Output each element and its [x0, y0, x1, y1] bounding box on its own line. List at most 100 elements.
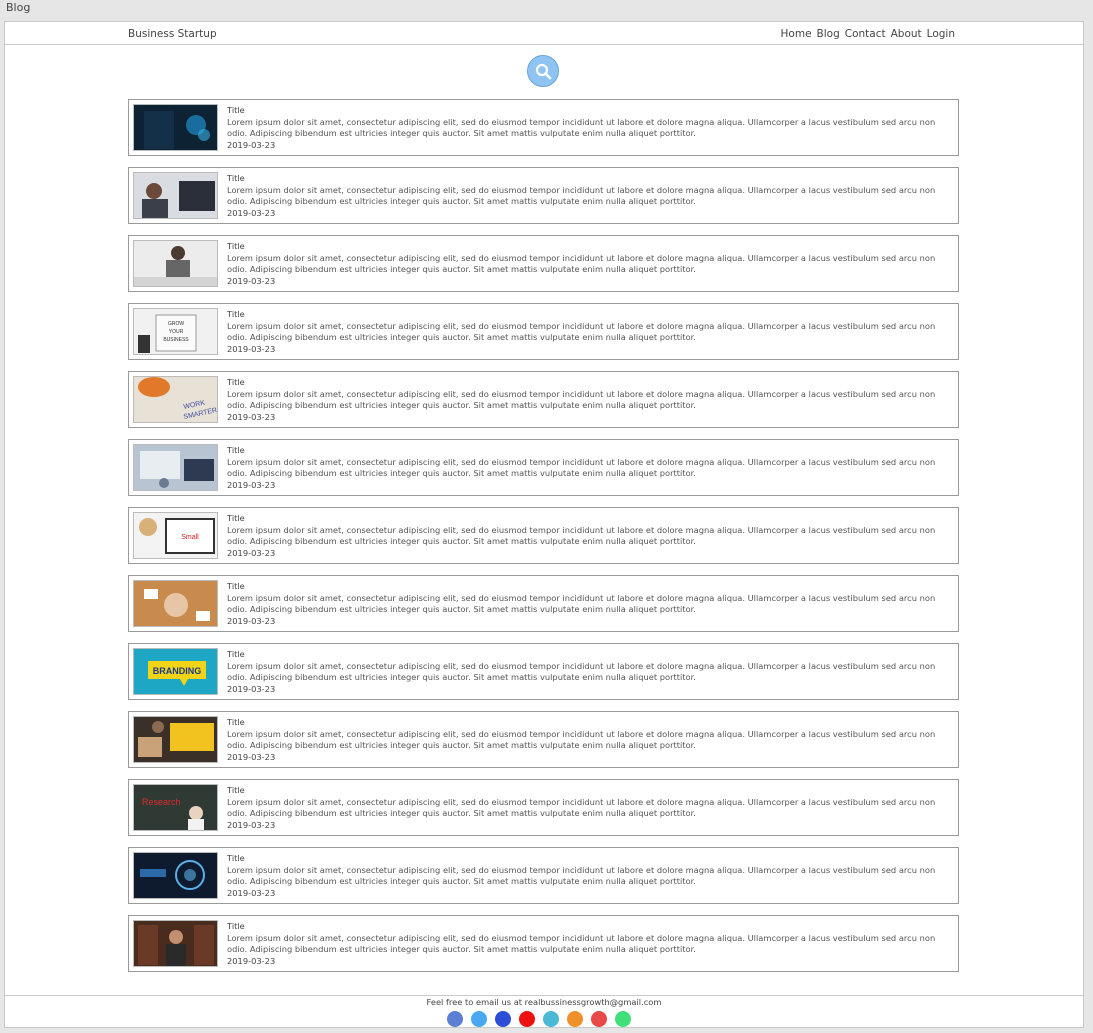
post-title[interactable]: Title: [227, 921, 950, 933]
post-title[interactable]: Title: [227, 717, 950, 729]
post-date: 2019-03-23: [227, 887, 276, 898]
search-button[interactable]: [527, 55, 559, 87]
blog-post-card[interactable]: Research Title Lorem ipsum dolor sit amet,…: [128, 779, 959, 836]
post-title[interactable]: Title: [227, 445, 950, 457]
nav-login[interactable]: Login: [927, 28, 955, 40]
post-date: 2019-03-23: [227, 955, 276, 966]
post-thumbnail[interactable]: BRANDING: [133, 648, 218, 695]
post-excerpt: Lorem ipsum dolor sit amet, consectetur …: [227, 320, 936, 343]
post-excerpt: Lorem ipsum dolor sit amet, consectetur …: [227, 728, 936, 751]
post-content: Title Lorem ipsum dolor sit amet, consect…: [227, 921, 950, 967]
branding-photo: BRANDING: [134, 649, 217, 694]
post-thumbnail[interactable]: [133, 104, 218, 151]
social-icon-5[interactable]: [543, 1011, 559, 1027]
post-thumbnail[interactable]: Small: [133, 512, 218, 559]
post-thumbnail[interactable]: [133, 240, 218, 287]
social-icon-2[interactable]: [471, 1011, 487, 1027]
blog-post-card[interactable]: WORK SMARTER Title Lorem ipsum dolor sit am…: [128, 371, 959, 428]
post-content: Title Lorem ipsum dolor sit amet, consect…: [227, 785, 950, 831]
post-date: 2019-03-23: [227, 207, 276, 218]
svg-text:BRANDING: BRANDING: [153, 666, 202, 676]
svg-text:YOUR: YOUR: [169, 329, 184, 335]
post-date: 2019-03-23: [227, 547, 276, 558]
post-excerpt: Lorem ipsum dolor sit amet, consectetur …: [227, 592, 936, 615]
post-excerpt: Lorem ipsum dolor sit amet, consectetur …: [227, 660, 936, 683]
post-content: Title Lorem ipsum dolor sit amet, consect…: [227, 105, 950, 151]
post-date: 2019-03-23: [227, 479, 276, 490]
blog-post-card[interactable]: Title Lorem ipsum dolor sit amet, consect…: [128, 847, 959, 904]
blog-post-card[interactable]: Title Lorem ipsum dolor sit amet, consect…: [128, 711, 959, 768]
social-links: [447, 1011, 631, 1027]
nav-home[interactable]: Home: [781, 28, 812, 40]
post-excerpt: Lorem ipsum dolor sit amet, consectetur …: [227, 252, 936, 275]
post-title[interactable]: Title: [227, 105, 950, 117]
post-title[interactable]: Title: [227, 309, 950, 321]
post-excerpt: Lorem ipsum dolor sit amet, consectetur …: [227, 184, 936, 207]
post-content: Title Lorem ipsum dolor sit amet, consect…: [227, 853, 950, 899]
post-title[interactable]: Title: [227, 649, 950, 661]
blog-post-card[interactable]: GROW YOUR BUSINESS Title Lorem ipsum dolor s…: [128, 303, 959, 360]
post-title[interactable]: Title: [227, 785, 950, 797]
post-title[interactable]: Title: [227, 581, 950, 593]
post-thumbnail[interactable]: WORK SMARTER: [133, 376, 218, 423]
post-list: Title Lorem ipsum dolor sit amet, consect…: [128, 99, 959, 983]
post-excerpt: Lorem ipsum dolor sit amet, consectetur …: [227, 932, 936, 955]
post-thumbnail[interactable]: [133, 716, 218, 763]
blog-post-card[interactable]: Title Lorem ipsum dolor sit amet, consect…: [128, 439, 959, 496]
post-thumbnail[interactable]: [133, 444, 218, 491]
social-icon-6[interactable]: [567, 1011, 583, 1027]
post-excerpt: Lorem ipsum dolor sit amet, consectetur …: [227, 796, 936, 819]
nav-about[interactable]: About: [891, 28, 922, 40]
brand-logo-text[interactable]: Business Startup: [128, 28, 217, 40]
post-thumbnail[interactable]: Research: [133, 784, 218, 831]
blog-post-card[interactable]: Title Lorem ipsum dolor sit amet, consect…: [128, 915, 959, 972]
digital-interface-photo: [134, 853, 217, 898]
blog-post-card[interactable]: Title Lorem ipsum dolor sit amet, consect…: [128, 99, 959, 156]
footer-email-text: Feel free to email us at realbussinessgr…: [426, 997, 662, 1007]
post-date: 2019-03-23: [227, 751, 276, 762]
post-content: Title Lorem ipsum dolor sit amet, consect…: [227, 649, 950, 695]
blog-post-card[interactable]: Small Title Lorem ipsum dolor sit amet, co…: [128, 507, 959, 564]
office-meeting-photo: [134, 173, 217, 218]
social-icon-3[interactable]: [495, 1011, 511, 1027]
post-date: 2019-03-23: [227, 275, 276, 286]
research-chalkboard-photo: Research: [134, 785, 217, 830]
post-thumbnail[interactable]: [133, 580, 218, 627]
social-icon-1[interactable]: [447, 1011, 463, 1027]
blog-post-card[interactable]: Title Lorem ipsum dolor sit amet, consect…: [128, 235, 959, 292]
library-man-photo: [134, 921, 217, 966]
post-content: Title Lorem ipsum dolor sit amet, consect…: [227, 445, 950, 491]
nav-blog[interactable]: Blog: [817, 28, 840, 40]
tablet-coffee-photo: Small: [134, 513, 217, 558]
social-icon-4[interactable]: [519, 1011, 535, 1027]
post-date: 2019-03-23: [227, 343, 276, 354]
post-thumbnail[interactable]: [133, 852, 218, 899]
tech-hand-photo: [134, 105, 217, 150]
nav-contact[interactable]: Contact: [845, 28, 886, 40]
blog-post-card[interactable]: Title Lorem ipsum dolor sit amet, consect…: [128, 575, 959, 632]
post-thumbnail[interactable]: GROW YOUR BUSINESS: [133, 308, 218, 355]
svg-text:GROW: GROW: [168, 321, 184, 327]
post-title[interactable]: Title: [227, 241, 950, 253]
post-content: Title Lorem ipsum dolor sit amet, consect…: [227, 513, 950, 559]
search-icon: [535, 63, 552, 80]
post-thumbnail[interactable]: [133, 920, 218, 967]
work-smarter-photo: WORKSMARTER: [134, 377, 217, 422]
post-title[interactable]: Title: [227, 173, 950, 185]
post-title[interactable]: Title: [227, 513, 950, 525]
blog-post-card[interactable]: Title Lorem ipsum dolor sit amet, consect…: [128, 167, 959, 224]
social-icon-7[interactable]: [591, 1011, 607, 1027]
blog-post-card[interactable]: BRANDING Title Lorem ipsum dolor sit amet,…: [128, 643, 959, 700]
social-icon-8[interactable]: [615, 1011, 631, 1027]
post-content: Title Lorem ipsum dolor sit amet, consect…: [227, 581, 950, 627]
top-navbar: Business Startup Home Blog Contact About…: [5, 22, 1083, 45]
post-title[interactable]: Title: [227, 853, 950, 865]
post-date: 2019-03-23: [227, 411, 276, 422]
post-excerpt: Lorem ipsum dolor sit amet, consectetur …: [227, 116, 936, 139]
main-nav: Home Blog Contact About Login: [781, 28, 955, 40]
tablet-office-photo: [134, 445, 217, 490]
post-content: Title Lorem ipsum dolor sit amet, consect…: [227, 309, 950, 355]
post-thumbnail[interactable]: [133, 172, 218, 219]
post-title[interactable]: Title: [227, 377, 950, 389]
post-content: Title Lorem ipsum dolor sit amet, consect…: [227, 173, 950, 219]
